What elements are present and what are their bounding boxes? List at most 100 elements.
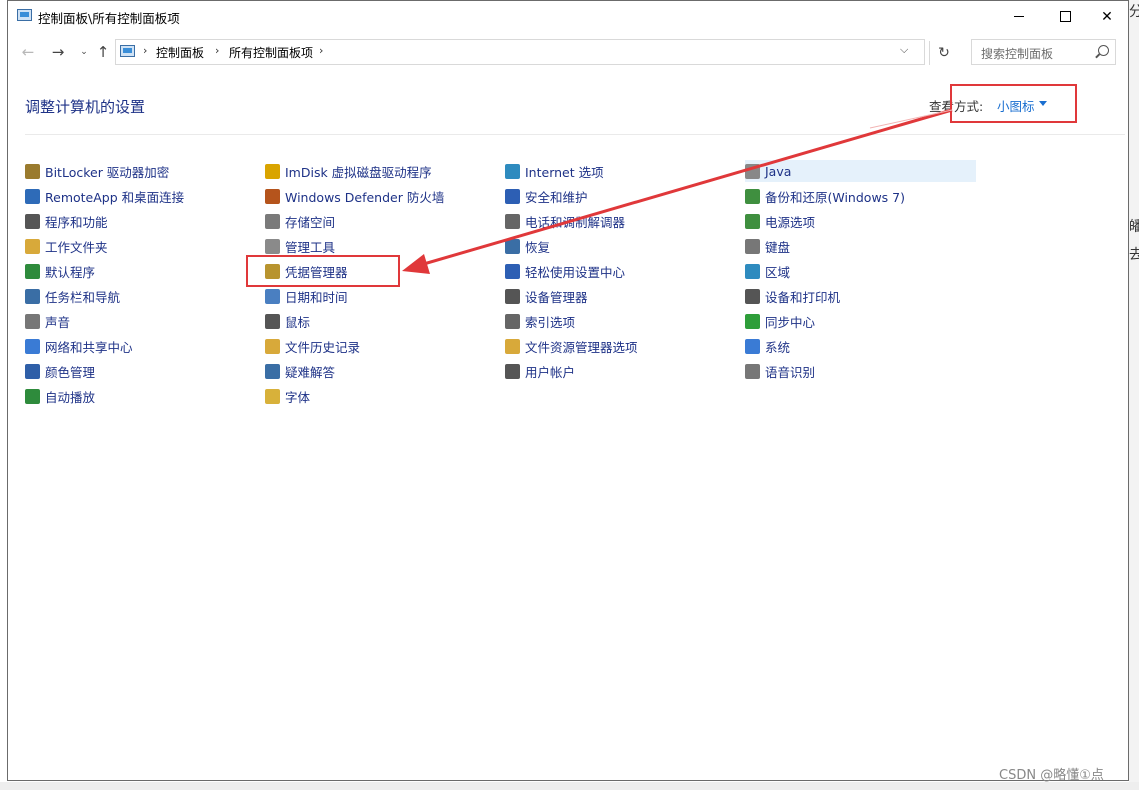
maximize-button[interactable] [1042,1,1088,32]
control-panel-item[interactable]: 疑难解答 [265,360,335,382]
chevron-right-icon[interactable]: › [319,44,323,57]
item-label[interactable]: 任务栏和导航 [45,287,120,306]
item-label[interactable]: 键盘 [765,237,790,256]
chevron-right-icon[interactable]: › [215,44,219,57]
item-label[interactable]: 文件资源管理器选项 [525,337,638,356]
dropdown-arrow-icon[interactable] [1039,101,1047,106]
minimize-button[interactable] [996,1,1042,32]
item-label[interactable]: Windows Defender 防火墙 [285,187,444,206]
item-label[interactable]: 电源选项 [765,212,815,231]
control-panel-item[interactable]: 网络和共享中心 [25,335,133,357]
item-label[interactable]: ImDisk 虚拟磁盘驱动程序 [285,162,432,181]
item-label[interactable]: 工作文件夹 [45,237,108,256]
control-panel-item[interactable]: Java [745,160,976,182]
control-panel-item[interactable]: 管理工具 [265,235,335,257]
item-label[interactable]: 日期和时间 [285,287,348,306]
firewall-icon [265,188,280,204]
control-panel-item[interactable]: 轻松使用设置中心 [505,260,625,282]
item-label[interactable]: 电话和调制解调器 [525,212,625,231]
control-panel-item[interactable]: 默认程序 [25,260,95,282]
navigation-bar: ← → ⌄ ↑ › 控制面板 › 所有控制面板项 › ⌵ ↻ 搜索控制面板 [8,32,1128,72]
control-panel-item[interactable]: BitLocker 驱动器加密 [25,160,169,182]
control-panel-item[interactable]: 系统 [745,335,790,357]
control-panel-item[interactable]: 任务栏和导航 [25,285,120,307]
control-panel-item[interactable]: Windows Defender 防火墙 [265,185,444,207]
item-label[interactable]: 鼠标 [285,312,310,331]
item-label[interactable]: 文件历史记录 [285,337,360,356]
control-panel-item[interactable]: 安全和维护 [505,185,588,207]
search-icon[interactable] [1098,45,1109,56]
breadcrumb-all-items[interactable]: 所有控制面板项 [229,44,313,61]
control-panel-item[interactable]: 设备管理器 [505,285,588,307]
control-panel-item[interactable]: 声音 [25,310,70,332]
item-label[interactable]: 网络和共享中心 [45,337,133,356]
control-panel-item[interactable]: 电话和调制解调器 [505,210,625,232]
control-panel-item[interactable]: 程序和功能 [25,210,108,232]
item-label[interactable]: 设备管理器 [525,287,588,306]
back-button[interactable]: ← [18,41,38,63]
control-panel-item[interactable]: 区域 [745,260,790,282]
address-bar[interactable]: › 控制面板 › 所有控制面板项 › ⌵ ↻ [115,39,950,65]
control-panel-item[interactable]: 恢复 [505,235,550,257]
control-panel-item[interactable]: 工作文件夹 [25,235,108,257]
control-panel-item[interactable]: 文件历史记录 [265,335,360,357]
control-panel-item[interactable]: 存储空间 [265,210,335,232]
control-panel-item[interactable]: 设备和打印机 [745,285,840,307]
item-label[interactable]: 声音 [45,312,70,331]
control-panel-item[interactable]: RemoteApp 和桌面连接 [25,185,184,207]
control-panel-item[interactable]: ImDisk 虚拟磁盘驱动程序 [265,160,432,182]
item-label[interactable]: 存储空间 [285,212,335,231]
item-label[interactable]: 恢复 [525,237,550,256]
item-label[interactable]: Java [765,164,791,179]
control-panel-item[interactable]: 语音识别 [745,360,815,382]
control-panel-item[interactable]: 同步中心 [745,310,815,332]
item-label[interactable]: 轻松使用设置中心 [525,262,625,281]
control-panel-item[interactable]: 电源选项 [745,210,815,232]
control-panel-item[interactable]: 备份和还原(Windows 7) [745,185,905,207]
item-label[interactable]: 索引选项 [525,312,575,331]
item-label[interactable]: 疑难解答 [285,362,335,381]
item-label[interactable]: 程序和功能 [45,212,108,231]
control-panel-item[interactable]: 自动播放 [25,385,95,407]
view-by-dropdown[interactable]: 小图标 [997,96,1035,115]
control-panel-item[interactable]: 用户帐户 [505,360,575,382]
item-label[interactable]: 语音识别 [765,362,815,381]
item-label[interactable]: 默认程序 [45,262,95,281]
item-label[interactable]: 颜色管理 [45,362,95,381]
title-bar[interactable]: 控制面板\所有控制面板项 ✕ [8,1,1128,32]
phone-modem-icon [505,213,520,229]
refresh-button[interactable]: ↻ [929,41,958,65]
control-panel-item[interactable]: 键盘 [745,235,790,257]
item-label[interactable]: 用户帐户 [525,362,575,381]
close-button[interactable]: ✕ [1084,1,1130,32]
item-label[interactable]: 备份和还原(Windows 7) [765,187,905,206]
item-label[interactable]: 字体 [285,387,310,406]
item-label[interactable]: 区域 [765,262,790,281]
control-panel-item[interactable]: 文件资源管理器选项 [505,335,638,357]
item-label[interactable]: RemoteApp 和桌面连接 [45,187,184,206]
item-label[interactable]: 系统 [765,337,790,356]
breadcrumb-control-panel[interactable]: 控制面板 [156,44,204,61]
control-panel-item[interactable]: 颜色管理 [25,360,95,382]
chevron-down-icon[interactable]: ⌵ [900,43,908,57]
item-label[interactable]: 安全和维护 [525,187,588,206]
up-button[interactable]: ↑ [93,41,113,63]
item-label[interactable]: 自动播放 [45,387,95,406]
control-panel-item[interactable]: 索引选项 [505,310,575,332]
control-panel-item[interactable]: Internet 选项 [505,160,604,182]
control-panel-item[interactable]: 鼠标 [265,310,310,332]
control-panel-item[interactable]: 日期和时间 [265,285,348,307]
recent-locations-button[interactable]: ⌄ [74,41,94,63]
imdisk-icon [265,163,280,179]
control-panel-item[interactable]: 字体 [265,385,310,407]
keyboard-icon [745,238,760,254]
item-label[interactable]: 管理工具 [285,237,335,256]
item-label[interactable]: 设备和打印机 [765,287,840,306]
item-label[interactable]: Internet 选项 [525,162,604,181]
search-input[interactable]: 搜索控制面板 [971,39,1116,65]
control-panel-item[interactable]: 凭据管理器 [265,260,348,282]
forward-button[interactable]: → [48,41,68,63]
item-label[interactable]: BitLocker 驱动器加密 [45,162,169,181]
item-label[interactable]: 同步中心 [765,312,815,331]
item-label[interactable]: 凭据管理器 [285,262,348,281]
